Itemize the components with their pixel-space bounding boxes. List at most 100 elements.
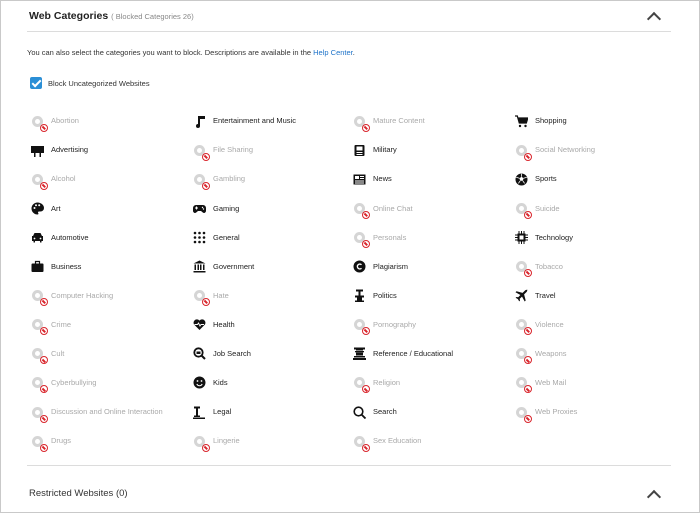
category-label: Reference / Educational <box>373 349 454 359</box>
category-label: General <box>213 232 240 242</box>
sex-education-icon <box>353 435 370 452</box>
category-item[interactable]: Reference / Educational <box>353 344 513 364</box>
category-item[interactable]: Travel <box>515 286 675 306</box>
category-item[interactable]: Sex Education <box>353 431 513 452</box>
help-center-link[interactable]: Help Center <box>313 48 353 57</box>
category-label: Politics <box>373 290 397 300</box>
chip-icon <box>515 230 528 244</box>
category-item[interactable]: Religion <box>353 373 513 394</box>
category-item[interactable]: Abortion <box>31 111 191 132</box>
chat-bubbles-icon <box>31 406 48 423</box>
category-item[interactable]: Web Proxies <box>515 402 675 423</box>
category-item[interactable]: Politics <box>353 286 513 306</box>
restricted-websites-title: Restricted Websites (0) <box>29 488 128 499</box>
weapons-icon <box>515 347 532 365</box>
blocked-icon <box>40 327 48 336</box>
briefcase-icon <box>31 260 44 273</box>
lingerie-icon <box>193 435 210 452</box>
category-item[interactable]: Gaming <box>193 198 353 218</box>
category-item[interactable]: Computer Hacking <box>31 286 191 307</box>
category-item[interactable]: Plagiarism <box>353 257 513 277</box>
category-item[interactable]: Legal <box>193 402 353 422</box>
category-item[interactable]: Discussion and Online Interaction <box>31 402 191 423</box>
chevron-up-icon[interactable] <box>646 11 662 27</box>
mail-icon <box>515 376 532 394</box>
category-item[interactable]: Lingerie <box>193 431 353 452</box>
category-item[interactable]: Mature Content <box>353 111 513 132</box>
category-item[interactable]: Military <box>353 140 513 160</box>
blocked-icon <box>202 152 210 161</box>
cult-icon <box>31 347 48 365</box>
billboard-icon <box>31 144 44 157</box>
block-uncategorized-option[interactable]: Block Uncategorized Websites <box>30 77 150 89</box>
category-item[interactable]: Job Search <box>193 344 353 364</box>
category-item[interactable]: Social Networking <box>515 140 675 161</box>
category-item[interactable]: Violence <box>515 315 675 336</box>
category-label: Tobacco <box>535 261 563 271</box>
category-item[interactable]: Business <box>31 257 191 277</box>
section-title-text: Web Categories <box>29 10 109 22</box>
section-header[interactable]: Web Categories( Blocked Categories 26) <box>27 7 671 32</box>
graduation-cap-icon <box>353 347 366 361</box>
category-item[interactable]: Alcohol <box>31 169 191 190</box>
dice-icon <box>193 173 210 190</box>
category-item[interactable]: Pornography <box>353 315 513 336</box>
category-item[interactable]: File Sharing <box>193 140 353 161</box>
search-icon <box>353 405 366 419</box>
category-item[interactable]: Sports <box>515 169 675 189</box>
section-title: Web Categories( Blocked Categories 26) <box>29 10 194 22</box>
category-item[interactable]: Gambling <box>193 169 353 190</box>
category-item[interactable]: Cult <box>31 344 191 365</box>
music-note-icon <box>193 115 206 128</box>
category-item[interactable]: Automotive <box>31 227 191 247</box>
blocked-icon <box>40 181 48 190</box>
category-item[interactable]: Art <box>31 198 191 218</box>
hacking-icon <box>31 289 48 307</box>
category-item[interactable]: News <box>353 169 513 189</box>
category-item[interactable]: Cyberbullying <box>31 373 191 394</box>
category-item[interactable]: Drugs <box>31 431 191 452</box>
chevron-up-icon[interactable] <box>646 489 662 505</box>
description: You can also select the categories you w… <box>27 48 355 57</box>
category-label: Plagiarism <box>373 261 409 271</box>
airplane-icon <box>515 289 528 302</box>
copyright-icon <box>353 260 366 273</box>
category-label: Pornography <box>373 319 416 329</box>
category-grid: Abortion Advertising Alcohol Art Automotive B… <box>31 111 681 456</box>
podium-icon <box>353 289 366 303</box>
category-item[interactable]: Entertainment and Music <box>193 111 353 131</box>
description-text: You can also select the categories you w… <box>27 48 314 57</box>
blocked-icon <box>40 356 48 365</box>
blocked-icon <box>362 123 370 132</box>
category-item[interactable]: Web Mail <box>515 373 675 394</box>
category-item[interactable]: Search <box>353 402 513 422</box>
category-item[interactable]: General <box>193 227 353 247</box>
blocked-icon <box>40 298 48 307</box>
category-item[interactable]: Online Chat <box>353 198 513 219</box>
category-label: Weapons <box>535 349 567 359</box>
personals-icon <box>353 231 370 248</box>
category-item[interactable]: Kids <box>193 373 353 393</box>
category-item[interactable]: Hate <box>193 286 353 307</box>
cyberbullying-icon <box>31 376 48 394</box>
blocked-icon <box>524 385 532 394</box>
category-label: Web Proxies <box>535 407 578 417</box>
category-item[interactable]: Advertising <box>31 140 191 160</box>
description-suffix: . <box>352 48 355 57</box>
cart-icon <box>515 114 528 128</box>
category-item[interactable]: Shopping <box>515 111 675 131</box>
category-item[interactable]: Tobacco <box>515 257 675 277</box>
category-item[interactable]: Weapons <box>515 344 675 365</box>
category-item[interactable]: Suicide <box>515 198 675 219</box>
category-label: Kids <box>213 378 228 388</box>
category-item[interactable]: Technology <box>515 227 675 247</box>
category-item[interactable]: Personals <box>353 227 513 248</box>
block-uncategorized-checkbox[interactable] <box>30 77 42 89</box>
category-item[interactable]: Health <box>193 315 353 335</box>
restricted-websites-header[interactable]: Restricted Websites (0) <box>27 465 671 512</box>
category-item[interactable]: Crime <box>31 315 191 336</box>
blocked-icon <box>202 181 210 190</box>
category-item[interactable]: Government <box>193 257 353 277</box>
file-icon <box>193 144 210 161</box>
category-label: Military <box>373 145 397 155</box>
